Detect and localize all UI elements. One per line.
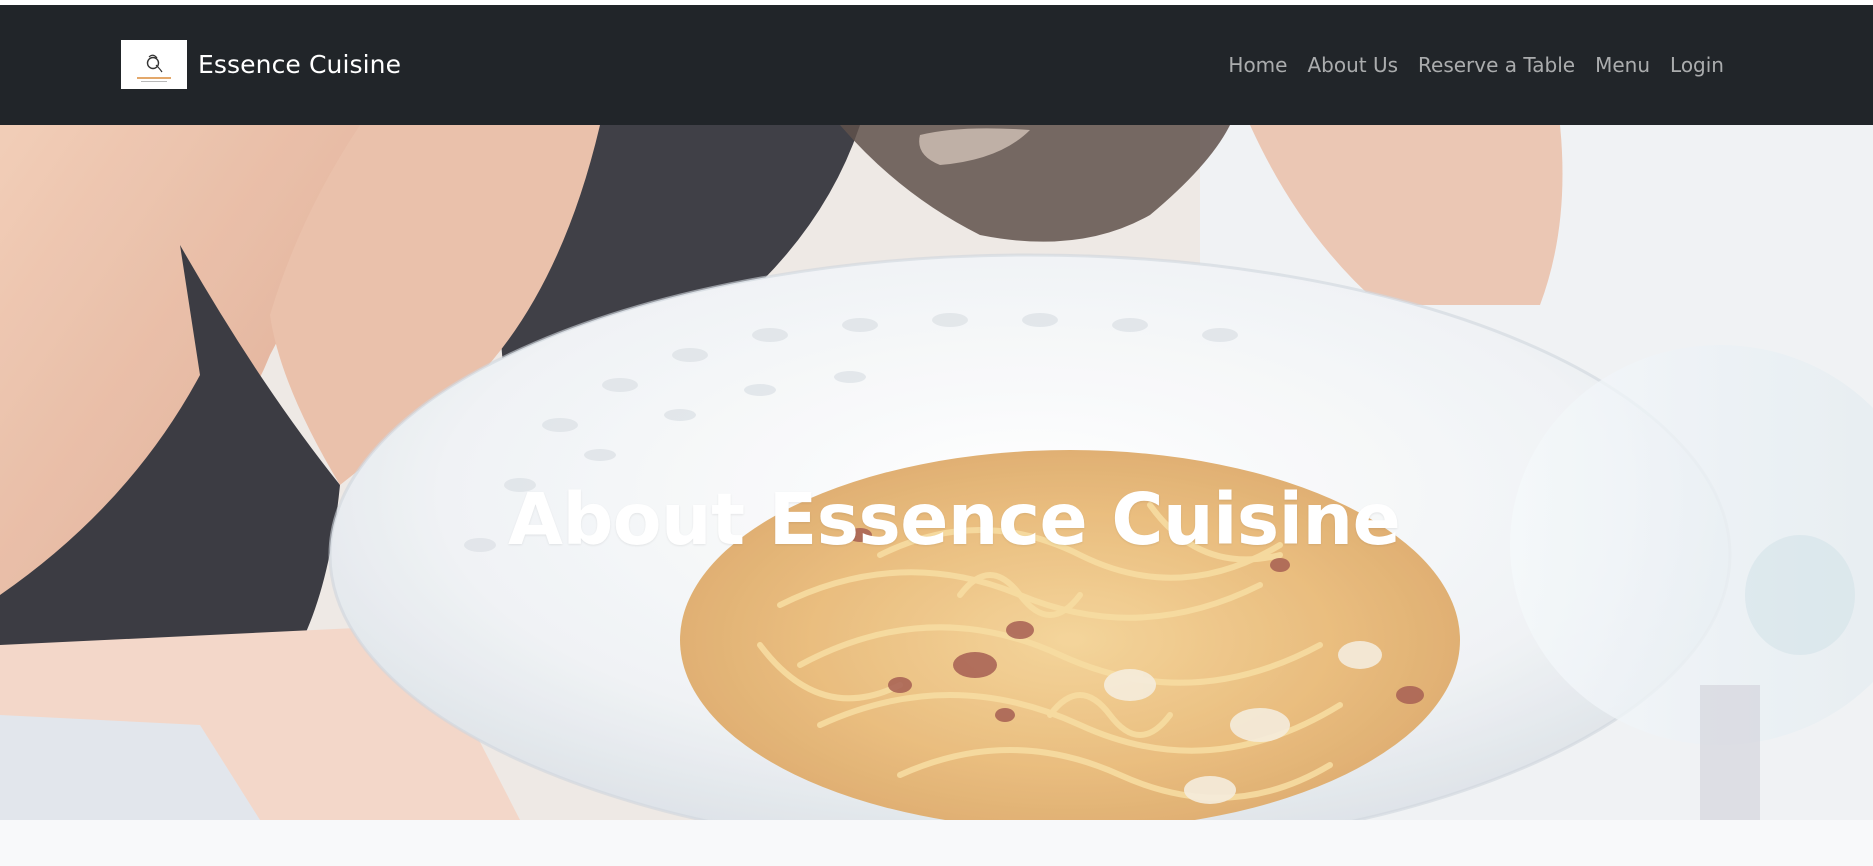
nav-link-login[interactable]: Login [1670,53,1724,77]
hero-background-image [0,125,1873,820]
hero-section: About Essence Cuisine [0,125,1873,820]
nav-link-home[interactable]: Home [1228,53,1287,77]
logo-tagline-line [141,80,167,82]
brand-name: Essence Cuisine [198,50,402,79]
nav-link-menu[interactable]: Menu [1595,53,1650,77]
logo-wordmark-line [137,76,171,79]
nav-link-reserve-a-table[interactable]: Reserve a Table [1418,53,1575,77]
nav-link-about-us[interactable]: About Us [1307,53,1398,77]
hero-title: About Essence Cuisine [508,477,1401,561]
nav-links: Home About Us Reserve a Table Menu Login [1228,53,1724,77]
navbar: Essence Cuisine Home About Us Reserve a … [0,5,1873,125]
below-hero-area [0,820,1873,866]
brand-link[interactable]: Essence Cuisine [121,40,401,89]
page: Essence Cuisine Home About Us Reserve a … [0,0,1873,866]
brand-logo-icon [121,40,187,89]
logo-emblem-icon [146,54,163,72]
